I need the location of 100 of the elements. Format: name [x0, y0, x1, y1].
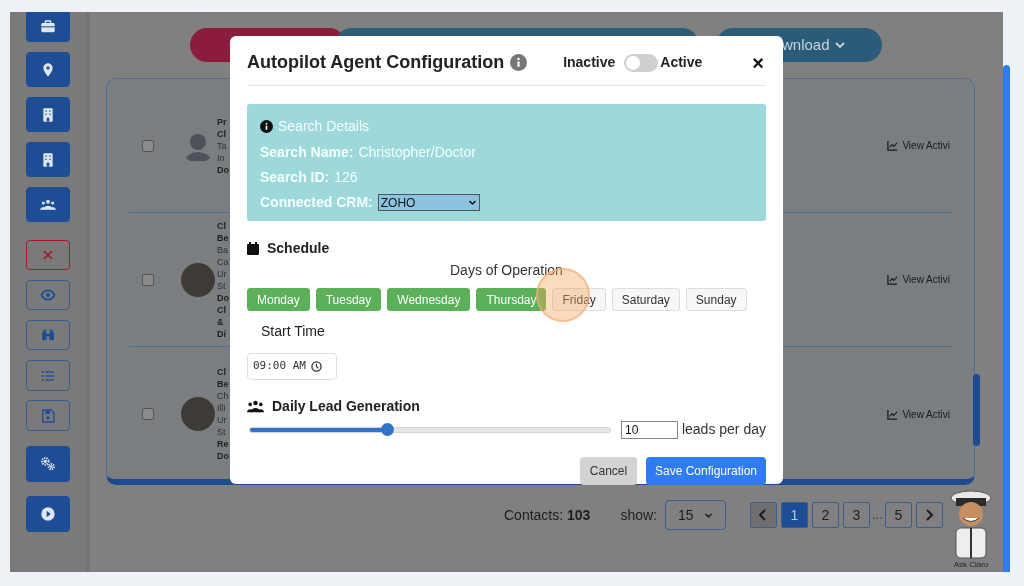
contact-detail: Ca [217, 255, 229, 268]
status-toggle[interactable] [624, 53, 659, 72]
chevron-down-icon [833, 39, 846, 51]
page-button[interactable]: 2 [811, 502, 839, 528]
contact-detail: Ch [217, 390, 229, 402]
contact-detail: Cl [217, 366, 226, 378]
next-page-button[interactable] [915, 502, 943, 528]
eye-icon [40, 287, 56, 303]
section-title: Schedule [267, 239, 330, 258]
info-icon [510, 54, 528, 71]
pagination-ellipsis: ... [871, 506, 883, 525]
cancel-button[interactable]: Cancel [580, 457, 637, 485]
crm-select[interactable]: ZOHO [377, 194, 480, 211]
show-label: show: [620, 505, 657, 525]
unit-label: leads per day [681, 420, 766, 439]
view-activity-link[interactable]: View Activi [887, 138, 950, 153]
gears-icon [40, 456, 56, 472]
sidebar-button[interactable] [26, 12, 70, 42]
building-icon [40, 151, 56, 168]
sidebar-button[interactable] [26, 52, 70, 87]
contact-detail: Ba [217, 243, 228, 256]
contact-detail: Be [217, 231, 229, 244]
sidebar-button[interactable] [26, 496, 70, 532]
page-button[interactable]: 5 [884, 502, 912, 528]
briefcase-icon [40, 19, 56, 35]
photo-placeholder [181, 262, 215, 297]
active-label: Active [660, 53, 703, 72]
inactive-label: Inactive [563, 53, 616, 72]
page-button[interactable]: 1 [780, 502, 808, 528]
sidebar-button[interactable] [26, 187, 70, 222]
contact-detail: Do [217, 291, 229, 304]
photo-placeholder [181, 397, 215, 431]
page-button[interactable]: 3 [842, 502, 870, 528]
sidebar-button[interactable] [26, 142, 70, 177]
line-chart-icon [887, 274, 899, 285]
save-button[interactable]: Save Configuration [646, 457, 766, 485]
line-chart-icon [887, 408, 899, 420]
contacts-count: Contacts: 103 [504, 505, 591, 525]
pilot-mascot-drawing [948, 488, 994, 560]
checkbox[interactable] [142, 408, 154, 420]
scrollbar-thumb[interactable] [973, 374, 980, 446]
users-icon [247, 400, 264, 413]
chevron-left-icon [758, 509, 769, 521]
calendar-icon [247, 242, 259, 255]
contact-detail: Ta [217, 139, 227, 152]
binoculars-icon [40, 327, 56, 343]
contact-detail: Di [217, 327, 226, 340]
section-title: Daily Lead Generation [272, 397, 420, 416]
leads-input[interactable]: 10 [621, 420, 678, 439]
section-title: Search Details [278, 117, 370, 136]
field-label: Search ID: [260, 168, 330, 187]
field-label: Search Name: [260, 143, 354, 162]
chevron-down-icon [467, 198, 477, 207]
day-button[interactable]: Monday [247, 288, 310, 311]
view-activity-link[interactable]: View Activi [887, 272, 950, 287]
contact-detail: In [217, 151, 225, 164]
contact-detail: St [217, 426, 226, 438]
contact-detail: Cl [217, 219, 226, 232]
sidebar-button[interactable] [26, 446, 70, 482]
contact-detail: Do [217, 163, 229, 176]
map-pin-icon [40, 61, 56, 78]
assistant-caption: Ask Claro [953, 560, 989, 569]
field-label: Connected CRM: [260, 193, 373, 212]
contact-detail: Pr [217, 115, 227, 128]
contact-detail: St [217, 279, 226, 292]
contact-detail: Re [217, 438, 229, 450]
day-button[interactable]: Saturday [611, 288, 680, 311]
field-value: Christopher/Doctor [358, 143, 476, 162]
day-button[interactable]: Tuesday [315, 288, 382, 311]
contact-detail: Cl [217, 303, 226, 316]
chevron-right-icon [924, 509, 935, 521]
day-button[interactable]: Sunday [685, 288, 747, 311]
day-button[interactable]: Thursday [476, 288, 547, 311]
info-icon [260, 120, 273, 133]
start-time-field[interactable]: 09:00 AM [247, 353, 337, 380]
sidebar-button[interactable] [26, 97, 70, 132]
contact-detail: Do [217, 450, 229, 462]
page-size-select[interactable]: 15 [664, 500, 726, 530]
play-icon [40, 506, 56, 522]
previous-page-button[interactable] [749, 502, 777, 528]
building-icon [40, 106, 56, 123]
checkbox[interactable] [142, 139, 154, 152]
contact-detail: Be [217, 378, 229, 390]
contact-detail: Illi [217, 402, 226, 414]
field-value: 126 [334, 168, 358, 187]
days-label: Days of Operation [450, 261, 563, 280]
checkbox[interactable] [142, 273, 154, 286]
clock-icon [311, 361, 322, 372]
contact-detail: Cl [217, 127, 226, 140]
view-activity-link[interactable]: View Activi [887, 406, 950, 422]
start-time-label: Start Time [261, 322, 325, 341]
line-chart-icon [887, 140, 899, 151]
lead-slider[interactable] [249, 426, 612, 433]
modal-title: Autopilot Agent Configuration [247, 51, 505, 74]
contact-detail: & [217, 315, 224, 328]
contact-detail: Ur [217, 414, 227, 426]
day-button[interactable]: Wednesday [387, 288, 471, 311]
scrollbar[interactable] [1003, 65, 1010, 572]
day-button[interactable]: Friday [552, 288, 606, 311]
contact-detail: Ur [217, 267, 227, 280]
